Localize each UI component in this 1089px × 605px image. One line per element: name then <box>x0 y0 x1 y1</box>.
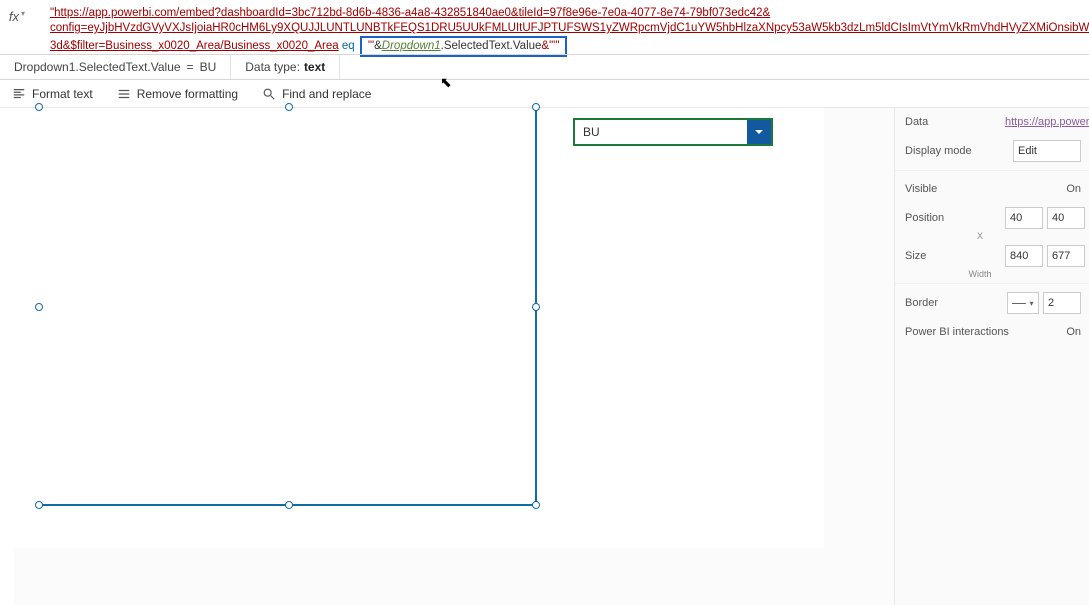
prop-input-position-x[interactable] <box>1005 207 1043 229</box>
formula-url-line3: 3d&$filter=Business_x0020_Area/Business_… <box>50 40 339 52</box>
format-text-label: Format text <box>32 87 93 101</box>
formula-bar: fx ▾ "https://app.powerbi.com/embed?dash… <box>0 0 1089 54</box>
prop-sublabel-width: Width <box>895 269 1089 279</box>
chevron-down-icon: ▾ <box>21 9 25 18</box>
dropdown-control[interactable]: BU <box>573 118 773 146</box>
formula-amp1: & <box>374 40 382 52</box>
resize-handle-s[interactable] <box>285 501 293 509</box>
resize-handle-n[interactable] <box>285 103 293 111</box>
prop-row-visible: Visible On <box>895 175 1089 203</box>
find-replace-label: Find and replace <box>282 87 371 101</box>
powerbi-tile-control[interactable] <box>40 108 537 506</box>
formula-result-datatype: Data type: text <box>231 55 340 79</box>
prop-row-border: Border ▾ <box>895 288 1089 318</box>
prop-label-position: Position <box>905 212 1005 224</box>
prop-input-size-h[interactable] <box>1047 245 1085 267</box>
prop-value-pbi-interactions[interactable]: On <box>1035 326 1081 338</box>
prop-label-border: Border <box>905 297 1005 309</box>
formula-url-line1: "https://app.powerbi.com/embed?dashboard… <box>50 7 770 19</box>
prop-value-data[interactable]: https://app.powerbi... <box>1005 116 1089 128</box>
prop-label-size: Size <box>905 250 1005 262</box>
datatype-label: Data type: <box>245 60 300 74</box>
prop-border-style-select[interactable]: ▾ <box>1007 292 1039 314</box>
prop-input-size-w[interactable] <box>1005 245 1043 267</box>
chevron-down-icon <box>753 126 765 138</box>
formula-url-line2: config=eyJjbHVzdGVyVXJsIjoiaHR0cHM6Ly9XQ… <box>50 22 1089 34</box>
resize-handle-nw[interactable] <box>35 103 43 111</box>
result-value: BU <box>200 60 217 74</box>
remove-formatting-icon <box>117 87 131 101</box>
find-replace-button[interactable]: Find and replace <box>250 80 383 107</box>
prop-label-data: Data <box>905 116 1005 128</box>
formula-result-bar: Dropdown1.SelectedText.Value = BU Data t… <box>0 54 1089 80</box>
formula-quote-close: &"'" <box>541 40 559 52</box>
prop-label-visible: Visible <box>905 183 1005 195</box>
properties-panel: Data https://app.powerbi... Display mode… <box>894 108 1089 605</box>
resize-handle-se[interactable] <box>532 501 540 509</box>
app-canvas[interactable]: BU <box>14 108 824 548</box>
panel-divider <box>895 170 1089 171</box>
prop-value-visible[interactable]: On <box>1005 183 1081 195</box>
fx-label-text: fx <box>9 9 19 24</box>
prop-row-size: Size <box>895 241 1089 271</box>
formula-property: .SelectedText.Value <box>441 40 542 52</box>
remove-formatting-label: Remove formatting <box>137 87 238 101</box>
formula-eq: eq <box>339 40 358 52</box>
format-text-icon <box>12 87 26 101</box>
panel-divider <box>895 283 1089 284</box>
prop-row-data: Data https://app.powerbi... <box>895 108 1089 136</box>
remove-formatting-button[interactable]: Remove formatting <box>105 80 250 107</box>
resize-handle-sw[interactable] <box>35 501 43 509</box>
prop-sublabel-x: X <box>895 231 1089 241</box>
fx-button[interactable]: fx ▾ <box>0 0 34 54</box>
resize-handle-e[interactable] <box>532 303 540 311</box>
prop-input-position-y[interactable] <box>1047 207 1085 229</box>
formula-identifier: Dropdown1 <box>382 40 441 52</box>
dropdown-selected-text: BU <box>575 125 747 139</box>
dropdown-arrow-button[interactable] <box>747 120 771 144</box>
prop-row-display-mode: Display mode <box>895 136 1089 166</box>
prop-label-pbi-interactions: Power BI interactions <box>905 326 1035 338</box>
prop-row-pbi-interactions: Power BI interactions On <box>895 318 1089 346</box>
format-text-button[interactable]: Format text <box>0 80 105 107</box>
search-icon <box>262 87 276 101</box>
resize-handle-ne[interactable] <box>532 103 540 111</box>
prop-label-display-mode: Display mode <box>905 145 1005 157</box>
formula-result-value: Dropdown1.SelectedText.Value = BU <box>0 55 231 79</box>
datatype-value: text <box>304 60 325 74</box>
formula-input[interactable]: "https://app.powerbi.com/embed?dashboard… <box>34 0 1089 61</box>
formula-toolbar: Format text Remove formatting Find and r… <box>0 80 1089 108</box>
prop-input-border-width[interactable] <box>1043 292 1081 314</box>
result-expr: Dropdown1.SelectedText.Value <box>14 60 181 74</box>
prop-row-position: Position <box>895 203 1089 233</box>
resize-handle-w[interactable] <box>35 303 43 311</box>
prop-input-display-mode[interactable] <box>1013 140 1081 162</box>
result-equals: = <box>187 60 194 74</box>
